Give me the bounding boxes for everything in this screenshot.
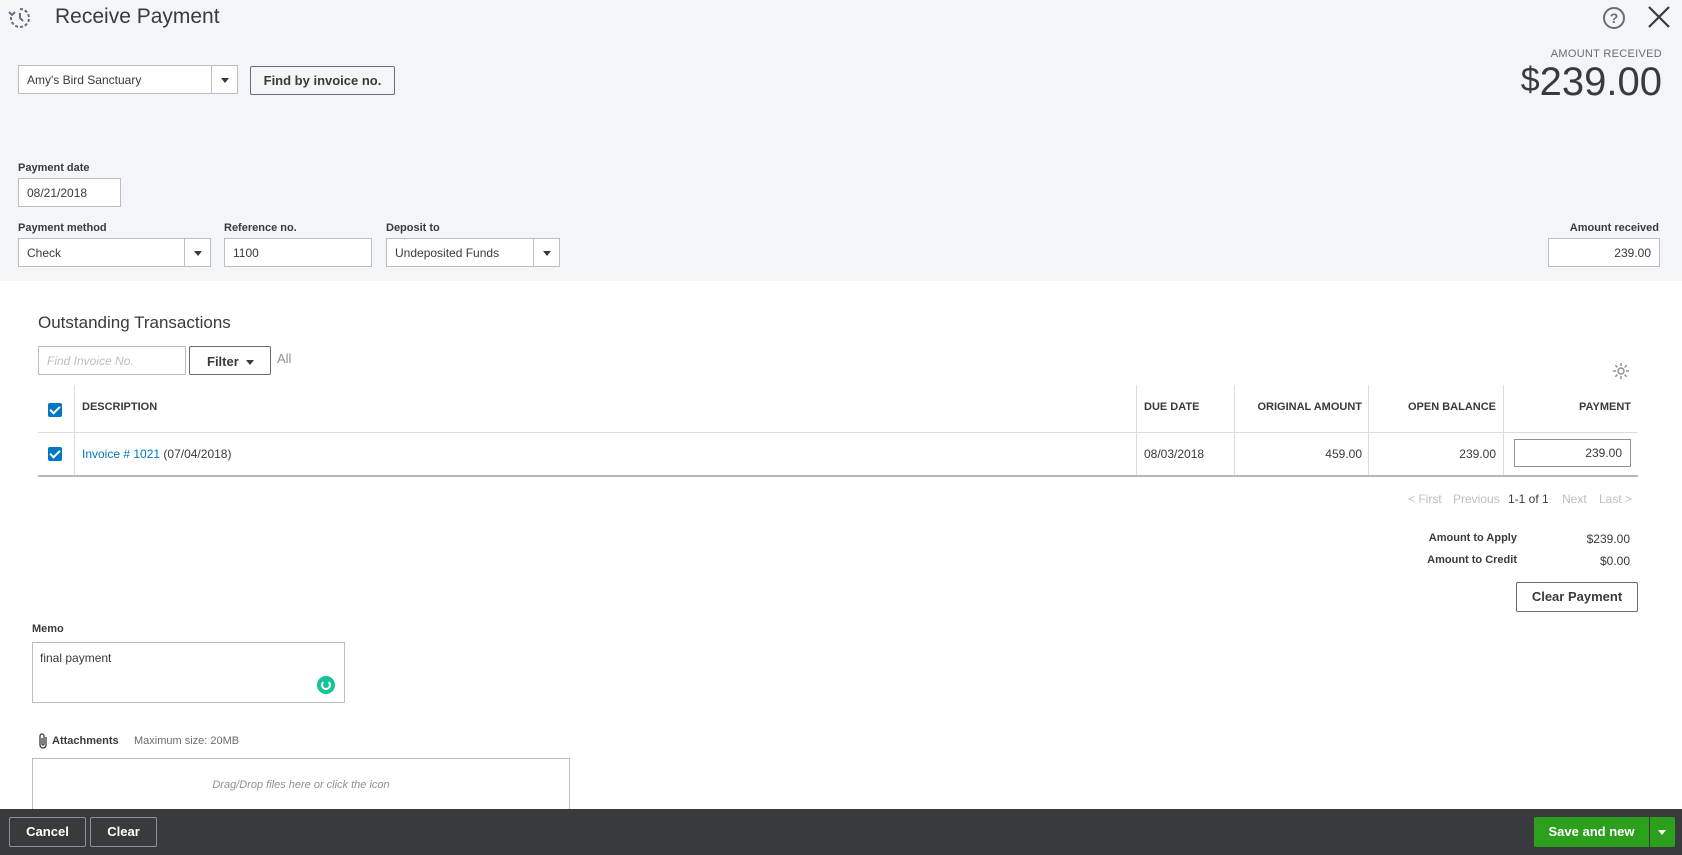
help-icon[interactable]: ?	[1603, 7, 1625, 29]
pager-first[interactable]: < First	[1408, 492, 1442, 506]
row-checkbox[interactable]	[48, 447, 62, 461]
column-header-description[interactable]: DESCRIPTION	[82, 401, 157, 413]
grammarly-icon[interactable]	[317, 676, 335, 694]
chevron-down-icon[interactable]	[184, 239, 210, 266]
invoice-link[interactable]: Invoice # 1021	[82, 447, 160, 461]
attachments-max-size: Maximum size: 20MB	[134, 735, 240, 747]
pager-next[interactable]: Next	[1562, 492, 1587, 506]
payment-input[interactable]: 239.00	[1514, 439, 1631, 467]
payment-method-value: Check	[27, 246, 62, 260]
save-and-new-button[interactable]: Save and new	[1534, 817, 1649, 847]
dropzone-hint: Drag/Drop files here or click the icon	[212, 779, 390, 791]
cancel-button[interactable]: Cancel	[9, 817, 86, 847]
pager-previous[interactable]: Previous	[1453, 492, 1500, 506]
amount-to-apply-label: Amount to Apply	[1428, 532, 1517, 544]
open-balance-cell: 239.00	[1459, 447, 1496, 461]
section-title: Outstanding Transactions	[38, 313, 231, 332]
amount-to-apply-value: $239.00	[1586, 532, 1630, 546]
due-date-cell: 08/03/2018	[1144, 447, 1205, 461]
filter-button[interactable]: Filter	[189, 346, 271, 375]
amount-to-credit-label: Amount to Credit	[1427, 554, 1517, 566]
deposit-to-label: Deposit to	[386, 222, 440, 234]
filter-status: All	[277, 351, 292, 366]
table-bottom-border	[38, 475, 1638, 477]
column-divider	[74, 385, 75, 475]
amount-received-label: Amount received	[1569, 222, 1659, 234]
find-invoice-input[interactable]: Find Invoice No.	[38, 346, 186, 375]
column-divider	[1234, 385, 1235, 475]
invoice-date: (07/04/2018)	[163, 447, 232, 461]
attachments-label: Attachments	[52, 735, 119, 747]
footer-bar: Cancel Clear Save and new	[0, 809, 1682, 855]
deposit-to-select[interactable]: Undeposited Funds	[386, 238, 560, 267]
find-by-invoice-button[interactable]: Find by invoice no.	[250, 66, 395, 95]
clear-payment-button[interactable]: Clear Payment	[1516, 582, 1638, 612]
column-header-open-balance[interactable]: OPEN BALANCE	[1408, 401, 1496, 413]
chevron-down-icon[interactable]	[211, 66, 237, 93]
column-divider	[1136, 385, 1137, 475]
customer-value: Amy's Bird Sanctuary	[27, 73, 142, 87]
column-header-due-date[interactable]: DUE DATE	[1144, 401, 1199, 413]
page-title: Receive Payment	[55, 5, 220, 28]
attachment-dropzone[interactable]: Drag/Drop files here or click the icon	[32, 758, 570, 810]
payment-date-field[interactable]: 08/21/2018	[18, 178, 121, 207]
pager-range: 1-1 of 1	[1508, 492, 1549, 506]
description-cell: Invoice # 1021 (07/04/2018)	[82, 447, 231, 461]
payment-method-label: Payment method	[18, 222, 107, 234]
filter-label: Filter	[207, 354, 239, 369]
close-icon[interactable]	[1646, 4, 1672, 30]
select-all-checkbox[interactable]	[48, 403, 62, 417]
pager-last[interactable]: Last >	[1599, 492, 1632, 506]
save-options-dropdown[interactable]	[1650, 817, 1675, 847]
gear-icon[interactable]	[1612, 362, 1630, 380]
deposit-to-value: Undeposited Funds	[395, 246, 500, 260]
amount-received-caption: AMOUNT RECEIVED	[1550, 48, 1662, 60]
currency-symbol: $	[1520, 61, 1540, 99]
column-header-original-amount[interactable]: ORIGINAL AMOUNT	[1258, 401, 1363, 413]
reference-no-label: Reference no.	[224, 222, 297, 234]
original-amount-cell: 459.00	[1325, 447, 1362, 461]
paperclip-icon[interactable]	[36, 733, 50, 749]
chevron-down-icon[interactable]	[533, 239, 559, 266]
amount-received-total: $239.00	[1521, 60, 1662, 105]
amount-received-field[interactable]: 239.00	[1548, 238, 1660, 267]
column-header-payment[interactable]: PAYMENT	[1579, 401, 1631, 413]
column-divider	[1368, 385, 1369, 475]
clock-history-icon[interactable]	[8, 6, 32, 30]
clear-button[interactable]: Clear	[90, 817, 157, 847]
customer-select[interactable]: Amy's Bird Sanctuary	[18, 65, 238, 94]
column-divider	[1503, 385, 1504, 475]
memo-label: Memo	[32, 623, 64, 635]
payment-date-label: Payment date	[18, 162, 90, 174]
amount-received-value: 239.00	[1539, 60, 1662, 104]
memo-textarea[interactable]: final payment	[32, 642, 345, 703]
reference-no-field[interactable]: 1100	[224, 238, 372, 267]
caret-down-icon	[246, 360, 254, 365]
payment-method-select[interactable]: Check	[18, 238, 211, 267]
row-divider	[38, 432, 1638, 433]
amount-to-credit-value: $0.00	[1599, 554, 1630, 568]
